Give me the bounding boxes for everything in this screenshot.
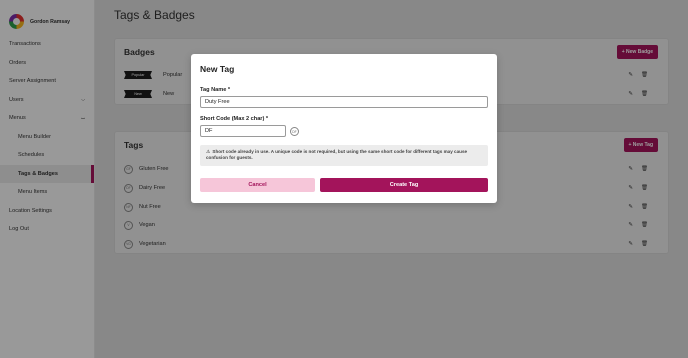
modal-title: New Tag	[200, 64, 235, 74]
duplicate-code-warning: ⚠ Short code already in use. A unique co…	[200, 145, 488, 166]
new-tag-modal: New Tag Tag Name * Short Code (Max 2 cha…	[191, 54, 497, 203]
tag-name-input[interactable]	[200, 96, 488, 108]
cancel-button[interactable]: Cancel	[200, 178, 315, 192]
warning-icon: ⚠	[206, 149, 211, 154]
create-tag-button[interactable]: Create Tag	[320, 178, 488, 192]
short-code-label: Short Code (Max 2 char) *	[200, 116, 269, 122]
tag-name-label: Tag Name *	[200, 87, 231, 93]
warning-text: Short code already in use. A unique code…	[206, 149, 468, 161]
short-code-preview-badge: DF	[290, 127, 299, 136]
short-code-input[interactable]	[200, 125, 286, 137]
